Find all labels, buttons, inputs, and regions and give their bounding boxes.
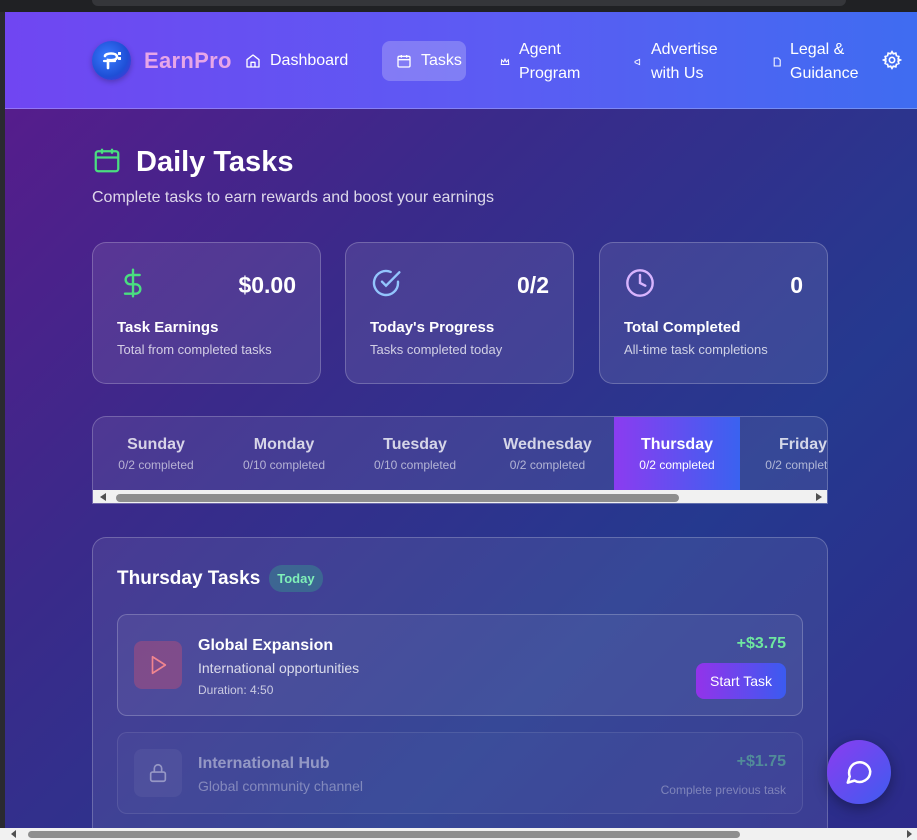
day-name: Tuesday	[383, 435, 447, 453]
nav-agent-label-1: Agent	[519, 41, 561, 58]
tab-friday[interactable]: Friday 0/2 completed	[740, 417, 828, 490]
top-nav: EarnPro Dashboard Tasks Agent Program Ad…	[5, 12, 917, 109]
stat-label: Today's Progress	[370, 319, 495, 336]
day-name: Sunday	[127, 435, 185, 453]
tasks-panel-title: Thursday Tasks	[117, 567, 261, 589]
task-reward: +$1.75	[736, 753, 786, 770]
locked-note: Complete previous task	[660, 783, 786, 797]
crown-icon	[500, 57, 510, 67]
tasks-panel-header: Thursday Tasks Today	[117, 565, 323, 592]
start-task-button[interactable]: Start Task	[696, 663, 786, 699]
scroll-left-arrow-icon[interactable]	[11, 830, 16, 838]
nav-advertise-label-1: Advertise	[651, 41, 718, 58]
stat-value: 0/2	[517, 272, 549, 298]
page-subtitle: Complete tasks to earn rewards and boost…	[92, 189, 494, 206]
day-count: 0/10 completed	[242, 457, 326, 472]
stat-desc: Total from completed tasks	[117, 342, 272, 357]
tab-thursday[interactable]: Thursday 0/2 completed	[614, 417, 740, 490]
stat-label: Total Completed	[624, 319, 741, 336]
tab-wednesday[interactable]: Wednesday 0/2 completed	[481, 417, 614, 490]
scroll-right-arrow-icon[interactable]	[907, 830, 912, 838]
document-icon	[773, 57, 781, 67]
nav-advertise[interactable]: Advertise with Us	[634, 38, 721, 86]
page-horizontal-scrollbar[interactable]	[0, 828, 917, 840]
tab-sunday[interactable]: Sunday 0/2 completed	[93, 417, 219, 490]
scrollbar-thumb[interactable]	[116, 494, 679, 502]
page-title: Daily Tasks	[136, 146, 294, 178]
tab-tuesday[interactable]: Tuesday 0/10 completed	[349, 417, 481, 490]
day-name: Wednesday	[503, 435, 592, 453]
day-count: 0/2 completed	[765, 457, 828, 472]
day-count: 0/2 completed	[118, 457, 194, 472]
stat-desc: All-time task completions	[624, 342, 768, 357]
brand-logo[interactable]	[92, 41, 131, 80]
nav-dashboard[interactable]: Dashboard	[245, 49, 348, 73]
day-tabs: Sunday 0/2 completed Monday 0/10 complet…	[92, 416, 828, 504]
chat-button[interactable]	[827, 740, 891, 804]
nav-tasks-label: Tasks	[421, 52, 462, 69]
day-count: 0/10 completed	[373, 457, 457, 472]
lock-icon	[134, 749, 182, 797]
nav-legal-label-2: Guidance	[790, 65, 859, 82]
chat-bubble-icon	[846, 760, 872, 784]
brand-name[interactable]: EarnPro	[144, 48, 232, 74]
page-viewport: EarnPro Dashboard Tasks Agent Program Ad…	[5, 12, 917, 828]
settings-gear-icon[interactable]	[881, 50, 903, 75]
address-bar[interactable]	[92, 0, 846, 6]
nav-legal-label-1: Legal &	[790, 41, 845, 58]
task-subtitle: Global community channel	[198, 778, 363, 794]
task-card: Global Expansion International opportuni…	[117, 614, 803, 716]
stat-card-progress: 0/2 Today's Progress Tasks completed tod…	[345, 242, 574, 384]
nav-agent-program[interactable]: Agent Program	[500, 38, 589, 86]
day-count: 0/2 completed	[639, 457, 715, 472]
day-name: Friday	[778, 435, 827, 453]
check-circle-icon	[370, 267, 402, 304]
task-name: Global Expansion	[198, 637, 334, 654]
play-icon	[134, 641, 182, 689]
task-name: International Hub	[198, 755, 330, 772]
day-tabs-scrollbar[interactable]	[93, 490, 827, 503]
task-duration: Duration: 4:50	[198, 683, 274, 697]
nav-dashboard-label: Dashboard	[270, 52, 349, 69]
nav-tasks[interactable]: Tasks	[382, 41, 466, 81]
today-badge: Today	[269, 565, 323, 592]
calendar-title-icon	[92, 145, 122, 180]
stat-label: Task Earnings	[117, 319, 219, 336]
task-reward: +$3.75	[736, 635, 786, 652]
logo-mark-icon	[102, 51, 121, 69]
tasks-panel: Thursday Tasks Today Global Expansion In…	[92, 537, 828, 828]
stat-card-total: 0 Total Completed All-time task completi…	[599, 242, 828, 384]
day-count: 0/2 completed	[509, 457, 586, 472]
scroll-left-arrow-icon[interactable]	[100, 493, 106, 501]
home-icon	[245, 53, 261, 69]
task-card-locked: International Hub Global community chann…	[117, 732, 803, 814]
tab-monday[interactable]: Monday 0/10 completed	[219, 417, 349, 490]
day-name: Monday	[253, 435, 315, 453]
page-title-row: Daily Tasks	[92, 145, 293, 180]
nav-advertise-label-2: with Us	[651, 65, 704, 82]
stat-card-earnings: $0.00 Task Earnings Total from completed…	[92, 242, 321, 384]
day-name: Thursday	[640, 435, 713, 453]
scroll-right-arrow-icon[interactable]	[816, 493, 822, 501]
stat-value: 0	[790, 272, 803, 298]
nav-legal[interactable]: Legal & Guidance	[773, 38, 860, 86]
calendar-icon	[396, 53, 412, 69]
stat-desc: Tasks completed today	[370, 342, 503, 357]
scrollbar-thumb[interactable]	[28, 831, 740, 838]
nav-agent-label-2: Program	[519, 65, 581, 82]
browser-top-bar	[0, 0, 917, 12]
clock-icon	[624, 267, 656, 304]
dollar-icon	[117, 267, 149, 304]
megaphone-icon	[634, 58, 642, 66]
task-subtitle: International opportunities	[198, 660, 360, 676]
stat-value: $0.00	[238, 272, 296, 298]
